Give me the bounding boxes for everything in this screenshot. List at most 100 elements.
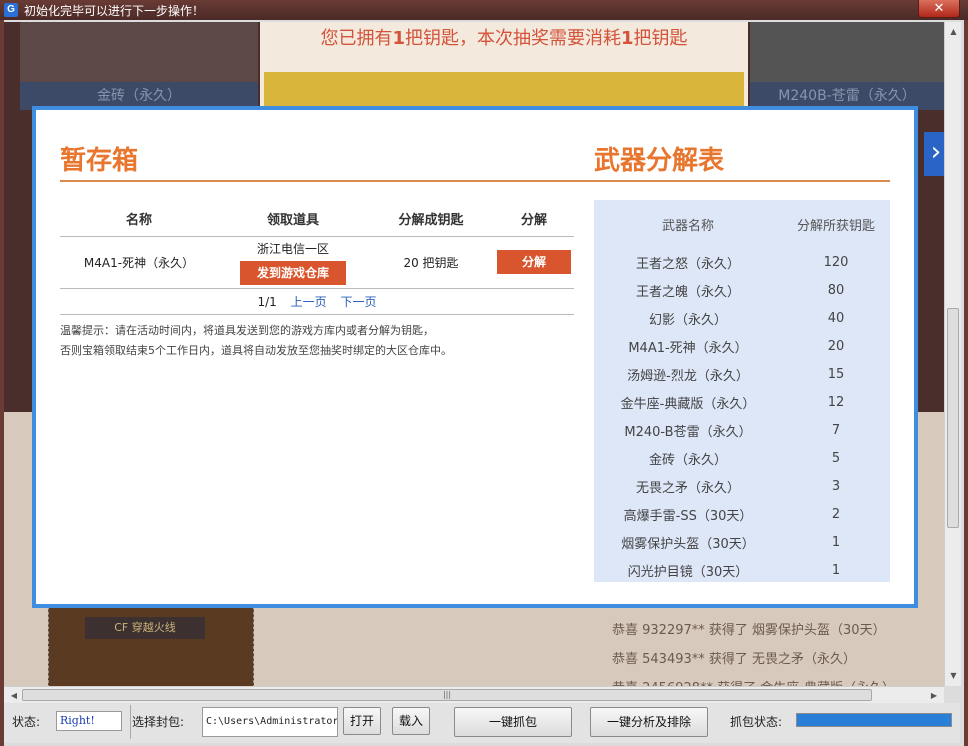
weapon-name: 闪光护目镜（30天） xyxy=(627,564,749,580)
tip-line: 否则宝箱领取结束5个工作日内，道具将自动发放至您抽奖时绑定的大区仓库中。 xyxy=(60,343,452,357)
window-title: 初始化完毕可以进行下一步操作！ xyxy=(24,3,205,18)
next-arrow-button[interactable]: › xyxy=(924,132,944,176)
table-row: 高爆手雷-SS（30天） 2 xyxy=(594,500,890,528)
analyze-button[interactable]: 一键分析及排除 xyxy=(590,707,708,737)
stash-header-row: 名称 领取道具 分解成钥匙 分解 xyxy=(60,202,574,237)
weapon-name: 无畏之矛（永久） xyxy=(635,480,740,496)
header-keys: 分解成钥匙 xyxy=(368,202,494,237)
table-row: 烟雾保护头盔（30天） 1 xyxy=(594,528,890,556)
table-row: 幻影（永久） 40 xyxy=(594,304,890,332)
vertical-scroll-thumb[interactable] xyxy=(947,308,959,528)
table-row: 王者之魄（永久） 80 xyxy=(594,276,890,304)
stash-title: 暂存箱 xyxy=(60,146,139,176)
open-button[interactable]: 打开 xyxy=(343,707,381,735)
feed-item: 恭喜 2456928** 获得了 金牛座-典藏版（永久） xyxy=(612,678,942,686)
decompose-header-row: 武器名称 分解所获钥匙 xyxy=(594,200,890,248)
treasure-crate-image: CF 穿越火线 xyxy=(48,602,254,686)
weapon-keys: 20 xyxy=(827,338,845,354)
feed-item: 恭喜 932297** 获得了 烟雾保护头盔（30天） xyxy=(612,623,886,638)
close-button[interactable]: ✕ xyxy=(918,0,960,18)
decompose-button[interactable]: 分解 xyxy=(497,250,571,274)
weapon-keys: 40 xyxy=(827,310,845,326)
next-page-link[interactable]: 下一页 xyxy=(340,295,376,309)
progress-fill xyxy=(797,714,951,726)
reminder-tip: 温馨提示：请在活动时间内，将道具发送到您的游戏方库内或者分解为钥匙， 否则宝箱领… xyxy=(60,321,574,361)
stash-modal: 暂存箱 武器分解表 名称 领取道具 分解成钥匙 分解 M4A1-死神（永久） 浙… xyxy=(32,106,918,608)
table-row: 金砖（永久） 5 xyxy=(594,444,890,472)
scroll-up-icon[interactable]: ▲ xyxy=(945,24,962,40)
capture-button[interactable]: 一键抓包 xyxy=(454,707,572,737)
table-row: M4A1-死神（永久） 浙江电信一区 发到游戏仓库 20 把钥匙 分解 xyxy=(60,236,574,289)
horizontal-scrollbar[interactable]: ◀ ||| ▶ xyxy=(4,686,944,703)
weapon-keys: 5 xyxy=(831,450,841,466)
weapon-keys: 120 xyxy=(823,254,849,270)
draw-button-area[interactable] xyxy=(264,72,744,106)
table-row: 金牛座-典藏版（永久） 12 xyxy=(594,388,890,416)
load-button[interactable]: 载入 xyxy=(392,707,430,735)
weapon-name: 王者之魄（永久） xyxy=(635,284,740,300)
app-icon: G xyxy=(4,3,18,17)
header-name: 名称 xyxy=(60,202,218,237)
feed-item: 恭喜 543493** 获得了 无畏之矛（永久） xyxy=(612,652,857,667)
prize-tile-left: 金砖（永久） xyxy=(20,22,258,110)
weapon-keys: 15 xyxy=(827,366,845,382)
title-divider xyxy=(60,180,890,182)
weapon-name: 王者之怒（永久） xyxy=(635,256,740,272)
key-count-banner: 您已拥有1把钥匙，本次抽奖需要消耗1把钥匙 xyxy=(320,28,688,49)
scroll-left-icon[interactable]: ◀ xyxy=(6,687,22,704)
capture-progress-bar xyxy=(796,713,952,727)
separator xyxy=(130,705,131,739)
scroll-down-icon[interactable]: ▼ xyxy=(945,668,962,684)
stash-table: 名称 领取道具 分解成钥匙 分解 M4A1-死神（永久） 浙江电信一区 发到游戏… xyxy=(60,202,574,289)
scroll-right-icon[interactable]: ▶ xyxy=(926,687,942,704)
weapon-keys: 3 xyxy=(831,478,841,494)
weapon-name: 汤姆逊-烈龙（永久） xyxy=(627,368,749,384)
banner-tile: 您已拥有1把钥匙，本次抽奖需要消耗1把钥匙 xyxy=(260,22,748,106)
packet-path-input[interactable]: C:\Users\Administrator xyxy=(202,707,338,737)
weapon-keys: 7 xyxy=(831,422,841,438)
vertical-scrollbar[interactable]: ▲ ▼ xyxy=(944,22,961,686)
capture-status-label: 抓包状态: xyxy=(730,715,783,729)
packet-select-label: 选择封包: xyxy=(132,715,185,729)
weapon-name: 烟雾保护头盔（30天） xyxy=(621,536,755,552)
table-row: 闪光护目镜（30天） 1 xyxy=(594,556,890,584)
table-row: 无畏之矛（永久） 3 xyxy=(594,472,890,500)
decompose-cell: 分解 xyxy=(494,236,574,289)
weapon-keys: 2 xyxy=(831,506,841,522)
prize-tile-right: M240B-苍雷（永久） xyxy=(750,22,944,110)
page-indicator: 1/1 xyxy=(257,294,277,309)
weapon-name: 金砖（永久） xyxy=(648,452,727,468)
decompose-table: 武器名称 分解所获钥匙 王者之怒（永久） 120 王者之魄（永久） 80 幻影（永久… xyxy=(594,200,890,582)
header-decompose: 分解 xyxy=(494,202,574,237)
table-row: M240-B苍雷（永久） 7 xyxy=(594,416,890,444)
weapon-name: 高爆手雷-SS（30天） xyxy=(623,508,753,524)
claim-cell: 浙江电信一区 发到游戏仓库 xyxy=(218,236,368,289)
status-value: Right! xyxy=(56,711,122,731)
table-row: M4A1-死神（永久） 20 xyxy=(594,332,890,360)
prev-page-link[interactable]: 上一页 xyxy=(291,295,327,309)
header-claim: 领取道具 xyxy=(218,202,368,237)
weapon-keys: 12 xyxy=(827,394,845,410)
weapon-keys: 1 xyxy=(831,534,841,550)
item-keys: 20 把钥匙 xyxy=(368,236,494,289)
crate-logo: CF 穿越火线 xyxy=(85,617,205,639)
header-weapon-name: 武器名称 xyxy=(661,218,714,234)
server-name: 浙江电信一区 xyxy=(256,241,329,256)
weapon-keys: 1 xyxy=(831,562,841,578)
horizontal-scroll-thumb[interactable]: ||| xyxy=(22,689,872,701)
winner-feed: 恭喜 932297** 获得了 烟雾保护头盔（30天） 恭喜 543493** … xyxy=(612,620,942,686)
tip-line: 温馨提示：请在活动时间内，将道具发送到您的游戏方库内或者分解为钥匙， xyxy=(60,323,434,337)
weapon-name: M4A1-死神（永久） xyxy=(628,340,748,356)
control-bar: 状态: Right! 选择封包: C:\Users\Administrator … xyxy=(4,703,960,743)
weapon-name: M240-B苍雷（永久） xyxy=(624,424,752,440)
weapon-name: 幻影（永久） xyxy=(648,312,727,328)
table-row: 汤姆逊-烈龙（永久） 15 xyxy=(594,360,890,388)
title-bar: G 初始化完毕可以进行下一步操作！ ✕ xyxy=(0,0,968,20)
item-name: M4A1-死神（永久） xyxy=(60,236,218,289)
weapon-name: 金牛座-典藏版（永久） xyxy=(620,396,756,412)
weapon-keys: 80 xyxy=(827,282,845,298)
table-row: 王者之怒（永久） 120 xyxy=(594,248,890,276)
send-to-warehouse-button[interactable]: 发到游戏仓库 xyxy=(240,260,346,285)
decompose-table-title: 武器分解表 xyxy=(594,146,725,176)
pager: 1/1 上一页 下一页 xyxy=(60,289,574,315)
